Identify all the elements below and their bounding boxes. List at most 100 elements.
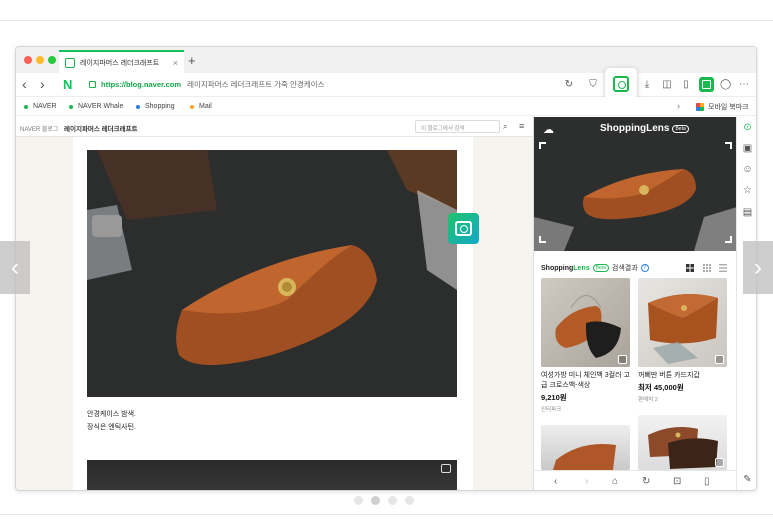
forward-icon[interactable]: ›	[40, 76, 45, 92]
minimize-window-button[interactable]	[36, 56, 44, 64]
lens-title-text: ShoppingLens	[600, 123, 670, 134]
menu-icon[interactable]: ≡	[519, 121, 524, 131]
memo-icon[interactable]: ▤	[742, 207, 753, 218]
grid-large-view-icon[interactable]	[686, 264, 694, 272]
crop-corner-icon[interactable]	[539, 142, 546, 149]
bookmarks-bar: NAVER NAVER Whale Shopping Mail › 모바일 북마…	[16, 97, 756, 116]
sidebar-rail: ⊙ ▣ ☺ ☆ ▤ ✎	[736, 117, 756, 490]
pager-dot[interactable]	[354, 496, 363, 505]
carousel-prev-button[interactable]: ‹	[0, 241, 30, 294]
product-image[interactable]	[541, 425, 630, 470]
new-tab-button[interactable]: +	[188, 53, 196, 68]
product-seller: 인터파크	[541, 407, 562, 413]
address-bar: ‹ › N https://blog.naver.com 레이지파머스 레더크래…	[16, 68, 756, 100]
list-view-icon[interactable]	[719, 264, 727, 272]
screen-capture-icon[interactable]: ◫	[662, 80, 672, 90]
product-image[interactable]	[541, 278, 630, 367]
caption-line-2: 장식은 엔틱사틴.	[87, 424, 136, 431]
translate-icon[interactable]: ▣	[742, 143, 753, 154]
grid-small-view-icon[interactable]	[703, 264, 711, 272]
bookmark-dot-icon	[136, 104, 140, 109]
profile-icon[interactable]: ◯	[720, 80, 731, 90]
bookmark-mail[interactable]: Mail	[190, 103, 212, 110]
post-body: 안경케이스 밤색. 장식은 엔틱사틴.	[73, 137, 473, 490]
search-icon[interactable]: ⌕	[503, 122, 507, 132]
back-icon[interactable]: ‹	[22, 76, 27, 92]
lock-icon	[89, 81, 96, 88]
photo-lens-icon[interactable]	[441, 464, 451, 473]
crop-corner-icon[interactable]	[725, 142, 732, 149]
product-name[interactable]: 꺼삐딴 버튼 카드지갑	[638, 371, 727, 381]
pager-dot[interactable]	[388, 496, 397, 505]
bookmark-dot-icon	[24, 104, 28, 109]
chevron-right-icon: ›	[754, 253, 762, 281]
caption-line-1: 안경케이스 밤색.	[87, 411, 136, 418]
home-icon[interactable]: ⌂	[612, 476, 618, 487]
shield-icon[interactable]: ⛉	[588, 80, 598, 90]
bookmarks-overflow-icon[interactable]: ›	[677, 101, 680, 111]
tab-active[interactable]: 레이지파머스 레더크래프트 ×	[59, 50, 184, 73]
page: 레이지파머스 레더크래프트 × + ‹ › N https://blog.nav…	[0, 0, 773, 522]
naver-home-icon[interactable]: N	[63, 77, 72, 92]
carousel-next-button[interactable]: ›	[743, 241, 773, 294]
results-beta-badge: Beta	[592, 264, 609, 272]
shopping-lens-panel: ☁ ShoppingLens Beta Shopping Lens Beta 검…	[533, 117, 737, 490]
close-window-button[interactable]	[24, 56, 32, 64]
bookmark-label: Mail	[199, 103, 212, 110]
shopping-lens-icon	[613, 76, 629, 92]
product-lens-icon[interactable]	[715, 458, 724, 467]
sidebar-icon[interactable]	[699, 77, 714, 92]
whale-icon[interactable]: ☺	[742, 164, 753, 175]
bottom-divider	[0, 514, 773, 515]
pin-icon[interactable]: ✎	[742, 474, 753, 485]
product-card[interactable]	[638, 415, 727, 470]
floating-shopping-lens-button[interactable]	[448, 213, 479, 244]
bookmark-shopping[interactable]: Shopping	[136, 103, 175, 110]
reload-icon[interactable]: ↻	[564, 80, 574, 90]
product-seller: 판매처 2	[638, 397, 658, 403]
tab-close-icon[interactable]: ×	[173, 58, 178, 68]
shopping-lens-icon[interactable]: ⊙	[742, 122, 753, 133]
maximize-window-button[interactable]	[48, 56, 56, 64]
product-lens-icon[interactable]	[715, 355, 724, 364]
pager-dot[interactable]	[405, 496, 414, 505]
url-field[interactable]: https://blog.naver.com 레이지파머스 레더크래프트 가죽 …	[101, 79, 324, 90]
pager-dot-active[interactable]	[371, 496, 380, 505]
beta-badge: Beta	[672, 124, 689, 133]
results-label: 검색결과	[611, 265, 638, 272]
url-page-title: 레이지파머스 레더크래프트 가죽 안경케이스	[187, 80, 325, 89]
mobile-bookmarks[interactable]: 모바일 북마크	[696, 102, 749, 112]
post-caption: 안경케이스 밤색. 장식은 엔틱사틴.	[87, 408, 136, 434]
mobile-view-icon[interactable]: ▯	[704, 476, 710, 487]
reader-icon[interactable]: ▯	[681, 80, 691, 90]
help-icon[interactable]: ?	[640, 264, 649, 272]
product-card[interactable]	[541, 425, 630, 470]
naver-blog-logo[interactable]: NAVER 블로그	[20, 124, 58, 133]
crop-corner-icon[interactable]	[725, 236, 732, 243]
product-lens-icon[interactable]	[618, 355, 627, 364]
product-image[interactable]	[638, 415, 727, 470]
shopping-lens-button[interactable]	[605, 68, 637, 100]
lens-panel-toolbar: ‹ › ⌂ ↻ ⊡ ▯	[534, 470, 737, 490]
download-icon[interactable]: ⤓	[642, 80, 652, 90]
bookmark-naver[interactable]: NAVER	[24, 103, 57, 110]
tab-bar: 레이지파머스 레더크래프트 × +	[16, 47, 756, 73]
star-icon[interactable]: ☆	[742, 185, 753, 196]
upload-cloud-icon[interactable]: ☁	[543, 123, 554, 136]
more-icon[interactable]: ⋯	[739, 80, 749, 90]
reload-icon[interactable]: ↻	[642, 476, 650, 487]
blog-search-input[interactable]: 이 블로그에서 검색	[415, 120, 500, 133]
product-card[interactable]: 여성가방 미니 체인백 3컬러 고급 크로스백-색상 9,210원 인터파크	[541, 278, 630, 413]
back-icon[interactable]: ‹	[554, 476, 557, 487]
product-price: 최저 45,000원	[638, 383, 684, 392]
forward-icon[interactable]: ›	[585, 476, 588, 487]
blog-favicon-icon	[65, 57, 75, 68]
product-card[interactable]: 꺼삐딴 버튼 카드지갑 최저 45,000원 판매처 2	[638, 278, 727, 403]
share-icon[interactable]: ⊡	[673, 476, 681, 487]
blog-title[interactable]: 레이지파머스 레더크래프트	[64, 123, 138, 133]
bookmark-naver-whale[interactable]: NAVER Whale	[69, 103, 123, 110]
crop-corner-icon[interactable]	[539, 236, 546, 243]
product-image[interactable]	[638, 278, 727, 367]
post-photo-glasses-case	[87, 150, 457, 397]
product-name[interactable]: 여성가방 미니 체인백 3컬러 고급 크로스백-색상	[541, 371, 630, 391]
